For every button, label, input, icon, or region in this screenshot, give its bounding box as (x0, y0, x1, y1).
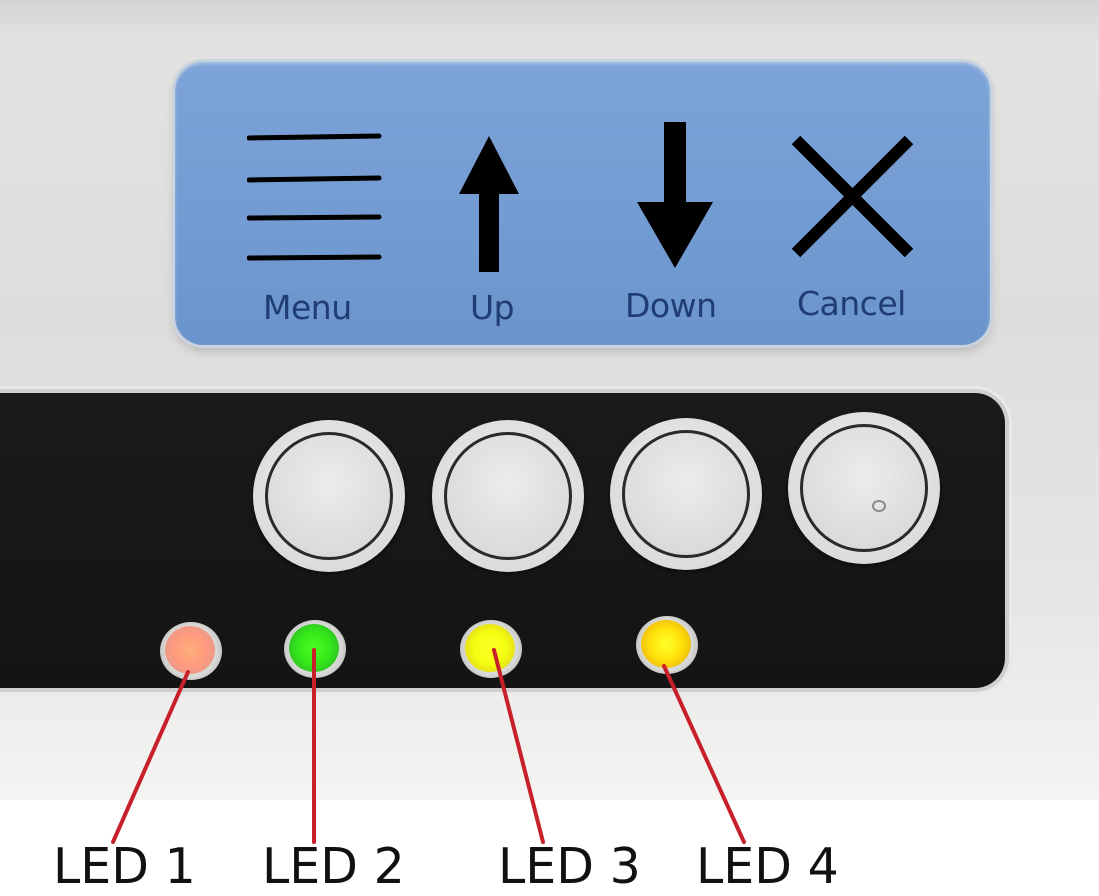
housing-shadow (0, 0, 1099, 40)
menu-button[interactable] (253, 420, 405, 572)
arrow-down-icon (637, 122, 713, 268)
button-label-panel: Menu Up Down Cancel (175, 62, 990, 345)
cancel-label: Cancel (797, 284, 906, 323)
led-2 (284, 620, 346, 678)
down-label: Down (625, 286, 717, 325)
led-1 (160, 622, 222, 680)
led-2-label: LED 2 (262, 838, 405, 895)
up-label: Up (470, 288, 515, 327)
arrow-up-icon (459, 136, 519, 272)
cancel-button[interactable] (788, 412, 940, 564)
menu-icon (247, 133, 382, 261)
device-photo: Menu Up Down Cancel LED 1 LED 2 LED 3 LE… (0, 0, 1099, 896)
led-3-label: LED 3 (498, 838, 641, 895)
led-3 (460, 620, 522, 678)
down-button[interactable] (610, 418, 762, 570)
up-button[interactable] (432, 420, 584, 572)
led-4-label: LED 4 (696, 838, 839, 895)
close-icon (791, 135, 914, 258)
menu-label: Menu (263, 288, 352, 327)
led-4 (636, 616, 698, 674)
led-1-label: LED 1 (53, 838, 196, 895)
